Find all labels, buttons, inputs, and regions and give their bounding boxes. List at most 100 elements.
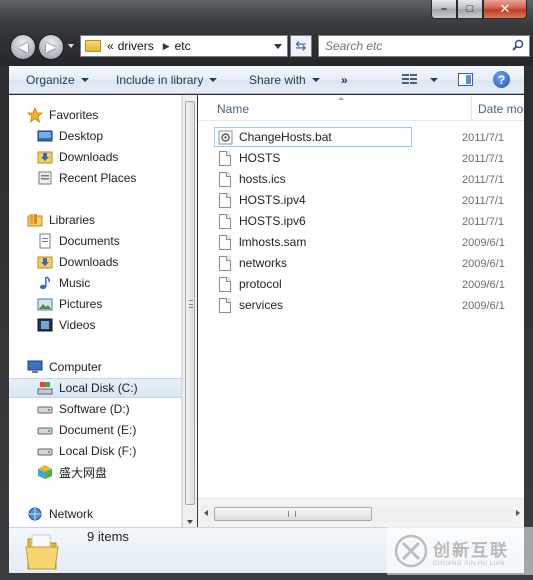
nav-cloud-drive-label: 盛大网盘 (59, 465, 108, 480)
maximize-button[interactable]: □ (457, 0, 483, 19)
file-name: HOSTS.ipv4 (239, 193, 306, 207)
scrollbar-thumb[interactable] (185, 101, 195, 505)
breadcrumb-drivers[interactable]: drivers (118, 39, 154, 53)
chevron-down-icon (311, 77, 320, 82)
desktop-icon (37, 128, 53, 144)
horizontal-scrollbar[interactable] (198, 498, 524, 527)
nav-cloud-drive[interactable]: 盛大网盘 (9, 462, 181, 482)
include-in-library-menu[interactable]: Include in library (116, 73, 218, 87)
file-name: protocol (239, 277, 282, 291)
file-date: 2009/6/1 (462, 279, 505, 291)
grip-icon (189, 300, 193, 308)
search-box[interactable] (318, 35, 530, 57)
nav-computer[interactable]: Computer (9, 357, 181, 377)
refresh-button[interactable]: ⇆ (290, 35, 312, 57)
forward-button[interactable]: ▶ (38, 34, 64, 60)
nav-libraries[interactable]: Libraries (9, 210, 181, 230)
nav-videos-label: Videos (59, 318, 96, 332)
organize-label: Organize (26, 72, 75, 87)
batch-file-icon (218, 130, 233, 144)
nav-desktop[interactable]: Desktop (9, 126, 181, 146)
file-date: 2009/6/1 (462, 237, 505, 249)
share-with-menu[interactable]: Share with (249, 73, 320, 87)
file-date: 2011/7/1 (462, 153, 505, 165)
back-button[interactable]: ◀ (10, 34, 36, 60)
column-header-row: Name Date modified (198, 95, 524, 121)
help-icon: ? (497, 72, 506, 87)
column-divider[interactable] (471, 95, 472, 121)
nav-videos[interactable]: Videos (9, 315, 181, 335)
nav-software-d[interactable]: Software (D:) (9, 399, 181, 419)
nav-downloads[interactable]: Downloads (9, 147, 181, 167)
close-icon: ✕ (499, 1, 511, 16)
nav-music[interactable]: Music (9, 273, 181, 293)
search-icon[interactable] (512, 39, 524, 51)
preview-pane-button[interactable] (458, 73, 473, 86)
breadcrumb-overflow[interactable]: « (107, 39, 114, 53)
nav-document-e[interactable]: Document (E:) (9, 420, 181, 440)
nav-local-disk-f-label: Local Disk (F:) (59, 444, 137, 458)
documents-icon (37, 233, 53, 249)
nav-computer-label: Computer (49, 360, 102, 374)
drive-icon (37, 422, 53, 438)
scroll-left-icon[interactable] (204, 510, 208, 516)
file-row-changehosts[interactable]: ChangeHosts.bat (214, 127, 412, 147)
nav-local-disk-c-label: Local Disk (C:) (59, 381, 138, 395)
breadcrumb-etc[interactable]: etc (175, 39, 191, 53)
nav-network-label: Network (49, 507, 94, 521)
column-header-date[interactable]: Date modified (478, 102, 524, 116)
explorer-window: – □ ✕ ◀ ▶ « drivers ▶ etc ⇆ Organize Inc… (0, 0, 533, 580)
scroll-down-icon[interactable] (187, 520, 193, 524)
file-date: 2011/7/1 (462, 174, 505, 186)
minimize-button[interactable]: – (431, 0, 457, 19)
share-with-label: Share with (249, 72, 306, 87)
nav-local-disk-c[interactable]: Local Disk (C:) (9, 378, 181, 398)
nav-document-e-label: Document (E:) (59, 423, 137, 437)
scroll-right-icon[interactable] (516, 510, 520, 516)
help-button[interactable]: ? (493, 71, 510, 88)
videos-icon (37, 317, 53, 333)
close-button[interactable]: ✕ (483, 0, 527, 19)
folder-icon (85, 40, 101, 52)
nav-libraries-label: Libraries (49, 213, 96, 227)
organize-menu[interactable]: Organize (26, 73, 89, 87)
nav-downloads-label: Downloads (59, 150, 119, 164)
address-bar[interactable]: « drivers ▶ etc (80, 35, 288, 57)
nav-favorites[interactable]: Favorites (9, 105, 181, 125)
nav-pictures[interactable]: Pictures (9, 294, 181, 314)
nav-recent-places-label: Recent Places (59, 171, 137, 185)
nav-favorites-label: Favorites (49, 108, 99, 122)
nav-library-downloads[interactable]: Downloads (9, 252, 181, 272)
more-icon: » (341, 72, 348, 87)
scrollbar-thumb[interactable] (214, 507, 372, 521)
file-icon (219, 255, 231, 271)
breadcrumb-separator-icon[interactable]: ▶ (163, 41, 170, 52)
drive-icon (37, 443, 53, 459)
watermark-logo-icon (394, 534, 428, 568)
minimize-icon: – (440, 3, 448, 15)
details-view-icon (402, 73, 418, 86)
nav-music-label: Music (59, 276, 91, 290)
file-icon (219, 150, 231, 166)
chevron-down-icon (80, 77, 89, 82)
drive-icon (37, 401, 53, 417)
nav-local-disk-f[interactable]: Local Disk (F:) (9, 441, 181, 461)
file-icon (219, 213, 231, 229)
navigation-scrollbar[interactable] (182, 95, 197, 527)
cloud-drive-icon (37, 464, 53, 480)
more-commands-button[interactable]: » (341, 73, 348, 87)
search-input[interactable] (325, 39, 505, 53)
nav-recent-places[interactable]: Recent Places (9, 168, 181, 188)
watermark-pinyin: CHUANG XIN HU LIAN (433, 560, 506, 567)
nav-network[interactable]: Network (9, 504, 181, 524)
music-icon (37, 275, 53, 291)
recent-pages-dropdown[interactable] (68, 44, 74, 48)
star-icon (27, 107, 43, 123)
file-name: ChangeHosts.bat (239, 130, 332, 144)
change-view-button[interactable] (402, 73, 438, 86)
address-dropdown-icon[interactable] (274, 44, 282, 49)
file-date: 2009/6/1 (462, 258, 505, 270)
nav-documents[interactable]: Documents (9, 231, 181, 251)
nav-software-d-label: Software (D:) (59, 402, 130, 416)
column-header-name[interactable]: Name (217, 102, 249, 116)
